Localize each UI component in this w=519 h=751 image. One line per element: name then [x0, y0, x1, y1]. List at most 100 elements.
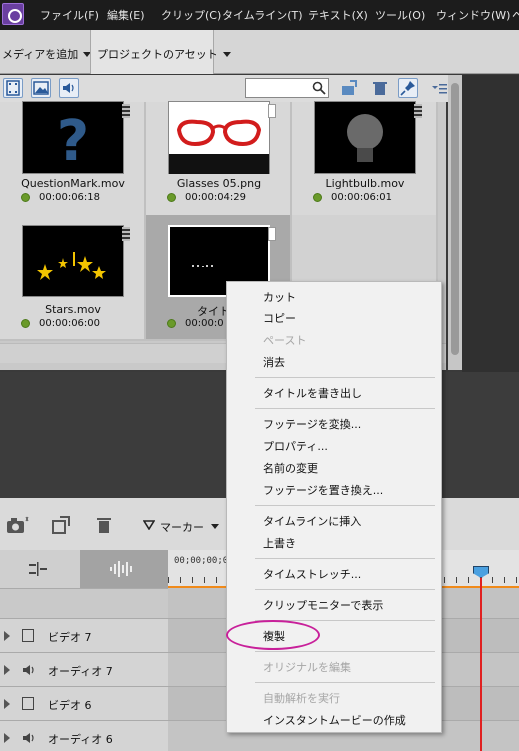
asset-thumbnail: ?: [22, 101, 124, 174]
pin-icon[interactable]: [398, 78, 418, 98]
track-label: オーディオ 6: [48, 733, 113, 746]
menu-separator: [255, 408, 435, 409]
add-media-label: メディアを追加: [2, 48, 79, 61]
menu-item-export-title[interactable]: タイトルを書き出し: [263, 385, 362, 401]
add-media-button[interactable]: メディアを追加: [0, 30, 92, 74]
status-dot-icon: [167, 193, 176, 202]
ruler-timecode: 00;00;00;00: [174, 556, 234, 566]
asset-item[interactable]: Stars.mov 00:00:06:00: [0, 215, 146, 341]
camera-icon[interactable]: [6, 516, 30, 534]
menu-item-show-clip-monitor[interactable]: クリップモニターで表示: [263, 597, 383, 613]
speaker-icon: [23, 733, 34, 743]
image-filter-icon[interactable]: [31, 78, 51, 98]
track-header[interactable]: オーディオ 7: [0, 652, 168, 686]
menu-separator: [255, 589, 435, 590]
highlight-circle: [226, 620, 320, 650]
asset-item[interactable]: Lightbulb.mov 00:00:06:01: [292, 101, 438, 228]
track-header[interactable]: ビデオ 6: [0, 686, 168, 720]
playhead-line: [480, 566, 482, 751]
project-toolbar: メディアを追加 プロジェクトのアセット: [0, 30, 519, 74]
svg-text:?: ?: [57, 109, 89, 174]
menu-timeline[interactable]: タイムライン(T): [222, 7, 303, 23]
asset-toolbar: [0, 75, 462, 102]
track-header[interactable]: オーディオ 6: [0, 720, 168, 751]
asset-thumbnail: [168, 101, 270, 174]
expand-triangle-icon[interactable]: [4, 631, 10, 641]
asset-duration: 00:00:06:00: [39, 318, 101, 329]
track-header[interactable]: ビデオ 7: [0, 618, 168, 652]
menu-separator: [255, 651, 435, 652]
search-input[interactable]: [245, 78, 329, 98]
track-label: ビデオ 6: [48, 699, 92, 712]
track-headers: ビデオ 7 オーディオ 7 ビデオ 6 オーディオ 6: [0, 588, 168, 751]
asset-item[interactable]: Glasses 05.png 00:00:04:29: [146, 101, 292, 228]
menu-file[interactable]: ファイル(F): [40, 7, 99, 23]
audio-filter-icon[interactable]: [59, 78, 79, 98]
menu-text[interactable]: テキスト(X): [308, 7, 368, 23]
speaker-icon: [23, 665, 34, 675]
marker-menu[interactable]: マーカー: [160, 519, 204, 535]
film-icon: [22, 697, 34, 710]
new-item-icon[interactable]: [340, 79, 358, 97]
panel-menu-icon[interactable]: [430, 79, 448, 97]
asset-thumbnail: [314, 101, 416, 174]
menu-bar: ファイル(F) 編集(E) クリップ(C) タイムライン(T) テキスト(X) …: [0, 0, 519, 30]
menu-item-properties[interactable]: プロパティ...: [263, 438, 328, 454]
asset-item[interactable]: ? QuestionMark.mov 00:00:06:18: [0, 101, 146, 228]
menu-item-cut[interactable]: カット: [263, 289, 296, 305]
app-logo-icon[interactable]: [2, 3, 24, 25]
project-assets-button[interactable]: プロジェクトのアセット: [90, 30, 231, 74]
waveform-icon: [110, 561, 132, 577]
marker-icon: [143, 520, 155, 530]
trash-icon[interactable]: [96, 516, 112, 534]
search-icon: [312, 81, 326, 95]
menu-item-clear[interactable]: 消去: [263, 354, 285, 370]
chevron-down-icon: [211, 524, 219, 529]
menu-help[interactable]: ヘ: [512, 7, 519, 23]
asset-scrollbar[interactable]: [448, 75, 462, 370]
scrollbar-thumb[interactable]: [451, 83, 459, 355]
timeline-header-left: [0, 550, 168, 588]
menu-separator: [255, 558, 435, 559]
film-icon: [22, 629, 34, 642]
track-label: ビデオ 7: [48, 631, 92, 644]
menu-item-time-stretch[interactable]: タイムストレッチ...: [263, 566, 361, 582]
trash-icon[interactable]: [371, 79, 389, 97]
menu-item-interpret-footage[interactable]: フッテージを変換...: [263, 416, 361, 432]
asset-duration: 00:00:0: [185, 318, 224, 329]
menu-separator: [255, 377, 435, 378]
track-settings-icon[interactable]: [28, 561, 48, 577]
menu-item-copy[interactable]: コピー: [263, 310, 296, 326]
asset-duration: 00:00:06:01: [331, 192, 393, 203]
expand-triangle-icon[interactable]: [4, 699, 10, 709]
menu-item-insert-timeline[interactable]: タイムラインに挿入: [263, 513, 361, 529]
menu-item-create-instant-movie[interactable]: インスタントムービーの作成: [263, 712, 406, 728]
menu-item-paste: ペースト: [263, 334, 307, 347]
menu-item-replace-footage[interactable]: フッテージを置き換え...: [263, 482, 383, 498]
chevron-down-icon: [222, 52, 231, 57]
menu-window[interactable]: ウィンドウ(W): [436, 7, 510, 23]
status-dot-icon: [21, 193, 30, 202]
asset-name: Stars.mov: [45, 303, 101, 316]
track-spacer: [0, 588, 168, 618]
menu-item-overwrite[interactable]: 上書き: [263, 535, 296, 551]
expand-triangle-icon[interactable]: [4, 665, 10, 675]
status-dot-icon: [167, 319, 176, 328]
asset-name: Lightbulb.mov: [325, 177, 405, 190]
menu-tools[interactable]: ツール(O): [375, 7, 425, 23]
menu-item-rename[interactable]: 名前の変更: [263, 460, 318, 476]
menu-separator: [255, 682, 435, 683]
asset-thumbnail: [22, 225, 124, 297]
menu-item-edit-original: オリジナルを編集: [263, 661, 351, 674]
crop-icon[interactable]: [51, 515, 73, 535]
context-menu: カット コピー ペースト 消去 タイトルを書き出し フッテージを変換... プロ…: [226, 281, 442, 733]
film-strip-icon: [414, 104, 422, 118]
right-panel-empty: [462, 75, 519, 372]
menu-edit[interactable]: 編集(E): [107, 7, 145, 23]
status-dot-icon: [21, 319, 30, 328]
expand-triangle-icon[interactable]: [4, 733, 10, 743]
video-filter-icon[interactable]: [3, 78, 23, 98]
menu-clip[interactable]: クリップ(C): [161, 7, 221, 23]
audio-waveform-tab[interactable]: [80, 550, 168, 588]
menu-item-auto-analyze: 自動解析を実行: [263, 692, 340, 705]
